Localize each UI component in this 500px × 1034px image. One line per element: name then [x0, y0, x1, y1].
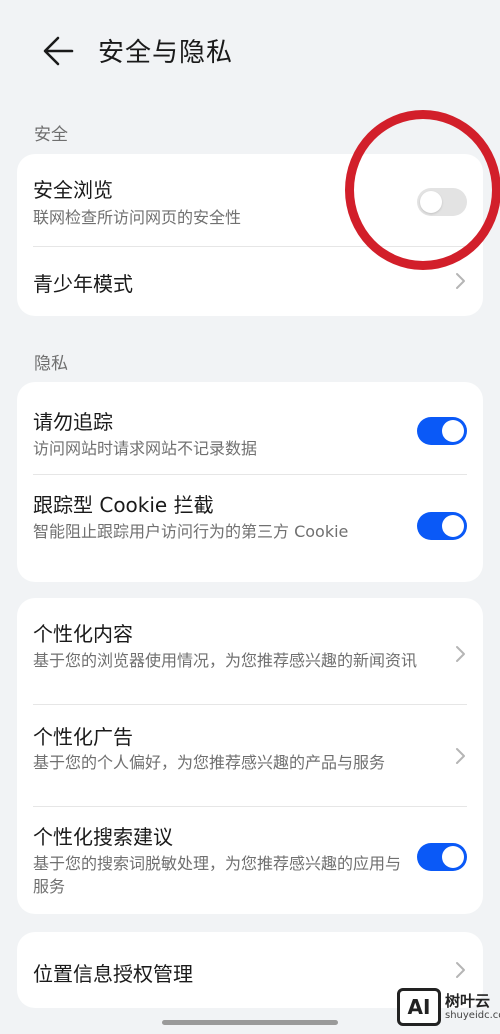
teen-mode-title: 青少年模式 — [33, 272, 133, 296]
safe-browsing-subtitle: 联网检查所访问网页的安全性 — [33, 208, 242, 227]
section-label-privacy: 隐私 — [34, 354, 68, 374]
chevron-right-icon — [456, 962, 465, 978]
cookie-block-subtitle: 智能阻止跟踪用户访问行为的第三方 Cookie — [33, 522, 349, 541]
chevron-right-icon — [456, 748, 465, 764]
dnt-toggle[interactable] — [417, 417, 467, 445]
personalized-content-title: 个性化内容 — [33, 622, 133, 646]
page-title: 安全与隐私 — [98, 38, 234, 68]
top-bar: 安全与隐私 — [0, 0, 500, 104]
personalized-search-toggle[interactable] — [417, 843, 467, 871]
toggle-knob — [442, 420, 464, 442]
personalized-ads-subtitle: 基于您的个人偏好，为您推荐感兴趣的产品与服务 — [33, 753, 386, 772]
personalized-search-title: 个性化搜索建议 — [33, 825, 173, 849]
personalization-card: 个性化内容 基于您的浏览器使用情况，为您推荐感兴趣的新闻资讯 个性化广告 基于您… — [17, 598, 483, 914]
watermark-sub: shuyeidc.com — [445, 1010, 500, 1021]
personalized-search-subtitle: 基于您的搜索词脱敏处理，为您推荐感兴趣的应用与服务 — [33, 854, 402, 896]
home-indicator[interactable] — [162, 1020, 338, 1025]
security-card: 安全浏览 联网检查所访问网页的安全性 青少年模式 — [17, 154, 483, 316]
personalized-content-subtitle: 基于您的浏览器使用情况，为您推荐感兴趣的新闻资讯 — [33, 651, 418, 670]
dnt-subtitle: 访问网站时请求网站不记录数据 — [33, 439, 258, 458]
safe-browsing-toggle[interactable] — [417, 188, 467, 216]
personalized-ads-title: 个性化广告 — [33, 725, 133, 749]
watermark-name: 树叶云 — [445, 992, 491, 1010]
back-arrow-icon[interactable] — [40, 34, 78, 68]
cookie-block-row[interactable]: 跟踪型 Cookie 拦截 智能阻止跟踪用户访问行为的第三方 Cookie — [17, 475, 483, 582]
toggle-knob — [442, 515, 464, 537]
chevron-right-icon — [456, 646, 465, 662]
dnt-title: 请勿追踪 — [33, 410, 113, 434]
personalized-content-row[interactable]: 个性化内容 基于您的浏览器使用情况，为您推荐感兴趣的新闻资讯 — [17, 598, 483, 704]
safe-browsing-row[interactable]: 安全浏览 联网检查所访问网页的安全性 — [17, 154, 483, 246]
teen-mode-row[interactable]: 青少年模式 — [17, 247, 483, 316]
toggle-knob — [420, 191, 442, 213]
safe-browsing-title: 安全浏览 — [33, 178, 113, 202]
personalized-ads-row[interactable]: 个性化广告 基于您的个人偏好，为您推荐感兴趣的产品与服务 — [17, 705, 483, 806]
watermark-badge: AI — [397, 988, 441, 1026]
privacy-card: 请勿追踪 访问网站时请求网站不记录数据 跟踪型 Cookie 拦截 智能阻止跟踪… — [17, 382, 483, 582]
cookie-block-title: 跟踪型 Cookie 拦截 — [33, 493, 214, 517]
chevron-right-icon — [456, 273, 465, 289]
toggle-knob — [442, 846, 464, 868]
location-permission-title: 位置信息授权管理 — [33, 962, 193, 986]
personalized-search-row[interactable]: 个性化搜索建议 基于您的搜索词脱敏处理，为您推荐感兴趣的应用与服务 — [17, 807, 483, 914]
cookie-block-toggle[interactable] — [417, 512, 467, 540]
section-label-security: 安全 — [34, 125, 68, 145]
dnt-row[interactable]: 请勿追踪 访问网站时请求网站不记录数据 — [17, 382, 483, 474]
watermark-logo: AI 树叶云 shuyeidc.com — [397, 988, 500, 1028]
